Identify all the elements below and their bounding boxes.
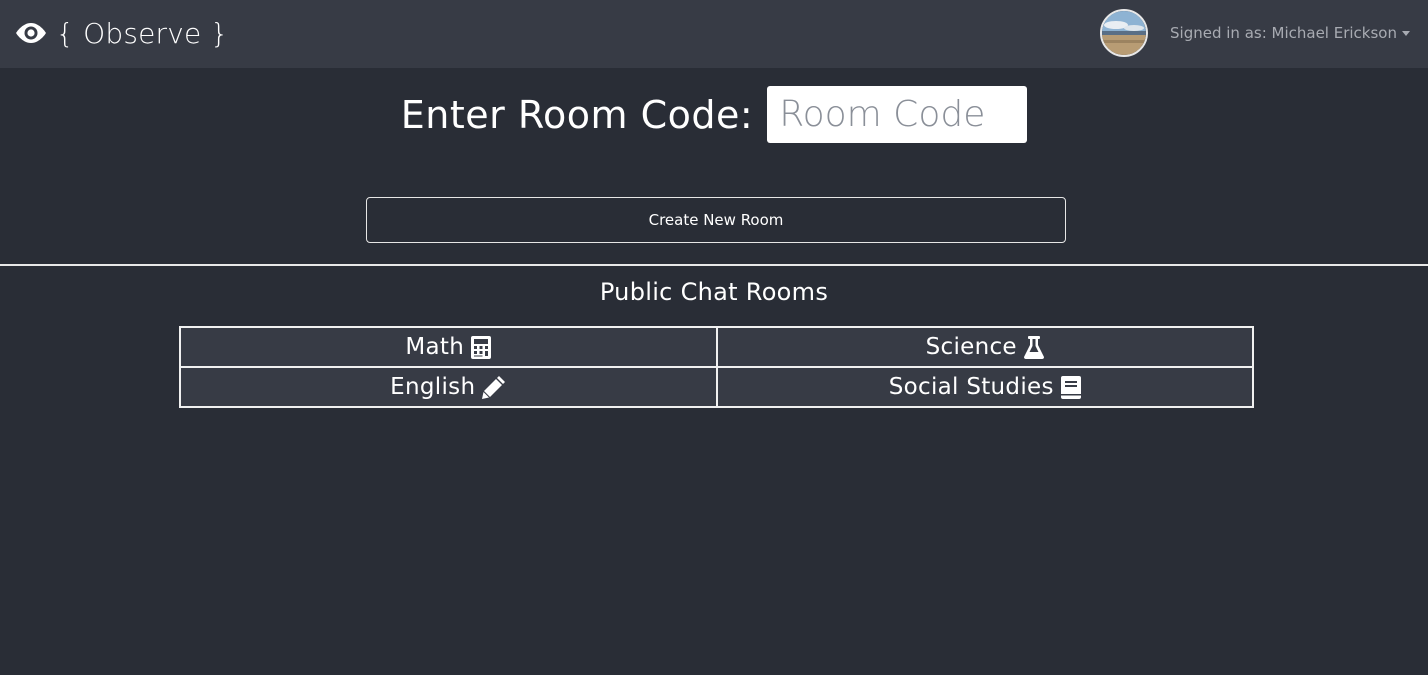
room-math[interactable]: Math <box>179 326 718 368</box>
public-rooms-table: Math Science English Social Studies <box>179 326 1254 408</box>
eye-icon <box>16 23 46 43</box>
room-label: Math <box>405 334 465 360</box>
brand-title: { Observe } <box>56 16 229 50</box>
avatar[interactable] <box>1100 9 1149 57</box>
top-navbar: { Observe } Signed in as: Michael Ericks… <box>0 0 1428 68</box>
signed-in-label: Signed in as: Michael Erickson <box>1170 24 1397 42</box>
room-label: Science <box>925 334 1017 360</box>
room-label: English <box>390 374 476 400</box>
create-new-room-button[interactable]: Create New Room <box>366 197 1066 243</box>
room-code-label: Enter Room Code: <box>400 92 754 137</box>
book-icon <box>1060 375 1081 399</box>
signed-in-dropdown[interactable]: Signed in as: Michael Erickson <box>1170 24 1410 42</box>
flask-icon <box>1023 335 1044 359</box>
pencil-icon <box>482 376 506 399</box>
public-chat-rooms-title: Public Chat Rooms <box>599 278 829 306</box>
table-row: English Social Studies <box>179 366 1254 408</box>
caret-down-icon <box>1402 30 1410 36</box>
room-code-input[interactable] <box>767 86 1028 143</box>
room-label: Social Studies <box>888 374 1054 400</box>
room-social-studies[interactable]: Social Studies <box>715 366 1254 408</box>
room-science[interactable]: Science <box>715 326 1254 368</box>
room-code-form: Enter Room Code: <box>0 86 1428 143</box>
room-english[interactable]: English <box>179 366 718 408</box>
brand-link[interactable]: { Observe } <box>14 12 229 54</box>
user-menu: Signed in as: Michael Erickson <box>1100 8 1410 58</box>
table-row: Math Science <box>179 326 1254 368</box>
calculator-icon <box>471 335 492 359</box>
section-divider <box>0 264 1428 266</box>
